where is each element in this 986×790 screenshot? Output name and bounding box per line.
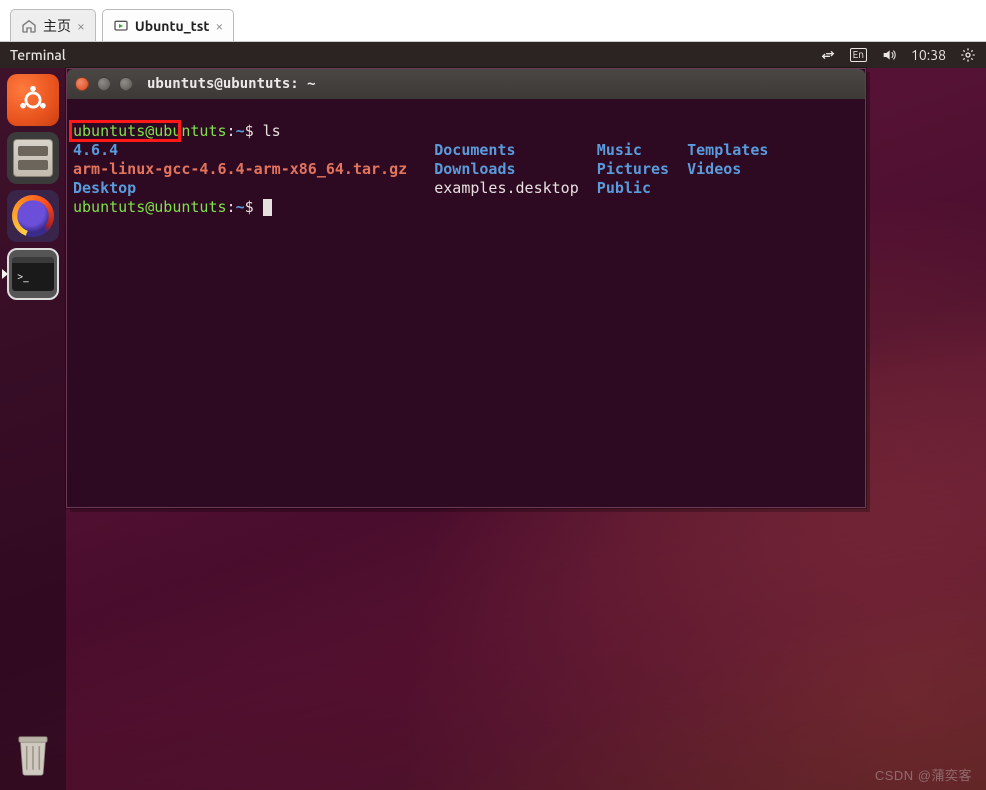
prompt-user: ubuntuts@ubuntuts [73,122,227,140]
launcher-terminal[interactable]: >_ [7,248,59,300]
terminal-title: ubuntuts@ubuntuts: ~ [147,76,316,92]
ls-item: Templates [687,141,768,159]
prompt-symbol: $ [245,198,254,216]
launcher-dash[interactable] [7,74,59,126]
host-tab-home-label: 主页 [43,16,71,36]
ls-item: Videos [687,160,741,178]
prompt-symbol: $ [245,122,254,140]
launcher-trash[interactable] [7,728,59,780]
prompt-path: ~ [236,198,245,216]
window-close-button[interactable] [75,77,89,91]
window-minimize-button[interactable] [97,77,111,91]
host-tabbar: 主页 × Ubuntu_tst × [0,0,986,42]
firefox-icon [12,195,54,237]
terminal-titlebar[interactable]: ubuntuts@ubuntuts: ~ [67,69,865,99]
volume-icon[interactable] [881,47,897,63]
ls-item: 4.6.4 [73,141,118,159]
files-icon [13,139,53,177]
terminal-icon: >_ [12,257,54,291]
trash-icon [13,732,53,776]
menu-bar: Terminal En 10:38 [0,42,986,68]
terminal-body[interactable]: ubuntuts@ubuntuts:~$ ls 4.6.4 Documents … [67,99,865,507]
watermark: CSDN @蒲奕客 [875,765,972,784]
host-tab-ubuntu[interactable]: Ubuntu_tst × [102,9,234,41]
prompt-user: ubuntuts@ubuntuts [73,198,227,216]
gear-icon[interactable] [960,47,976,63]
terminal-window: ubuntuts@ubuntuts: ~ ubuntuts@ubuntuts:~… [66,68,866,508]
prompt-path: ~ [236,122,245,140]
ls-item: Downloads [434,160,515,178]
close-icon[interactable]: × [215,18,223,34]
launcher-firefox[interactable] [7,190,59,242]
ls-item: Public [597,179,651,197]
ls-item: arm-linux-gcc-4.6.4-arm-x86_64.tar.gz [73,160,407,178]
command: ls [263,122,281,140]
host-tab-home[interactable]: 主页 × [10,9,96,41]
ls-item: examples.desktop [434,179,579,197]
home-icon [21,18,37,34]
clock[interactable]: 10:38 [911,47,946,63]
active-app-name[interactable]: Terminal [10,47,66,63]
ubuntu-desktop: Terminal En 10:38 [0,42,986,790]
window-maximize-button[interactable] [119,77,133,91]
launcher: >_ [0,68,66,790]
network-icon[interactable] [820,47,836,63]
vm-running-icon [113,18,129,34]
ls-item: Documents [434,141,515,159]
ls-item: Pictures [597,160,669,178]
input-lang-indicator[interactable]: En [850,48,867,62]
cursor [263,199,272,216]
close-icon[interactable]: × [77,18,85,34]
ls-item: Desktop [73,179,136,197]
host-tab-ubuntu-label: Ubuntu_tst [135,18,209,34]
launcher-files[interactable] [7,132,59,184]
ubuntu-logo-icon [16,83,50,117]
ls-item: Music [597,141,642,159]
